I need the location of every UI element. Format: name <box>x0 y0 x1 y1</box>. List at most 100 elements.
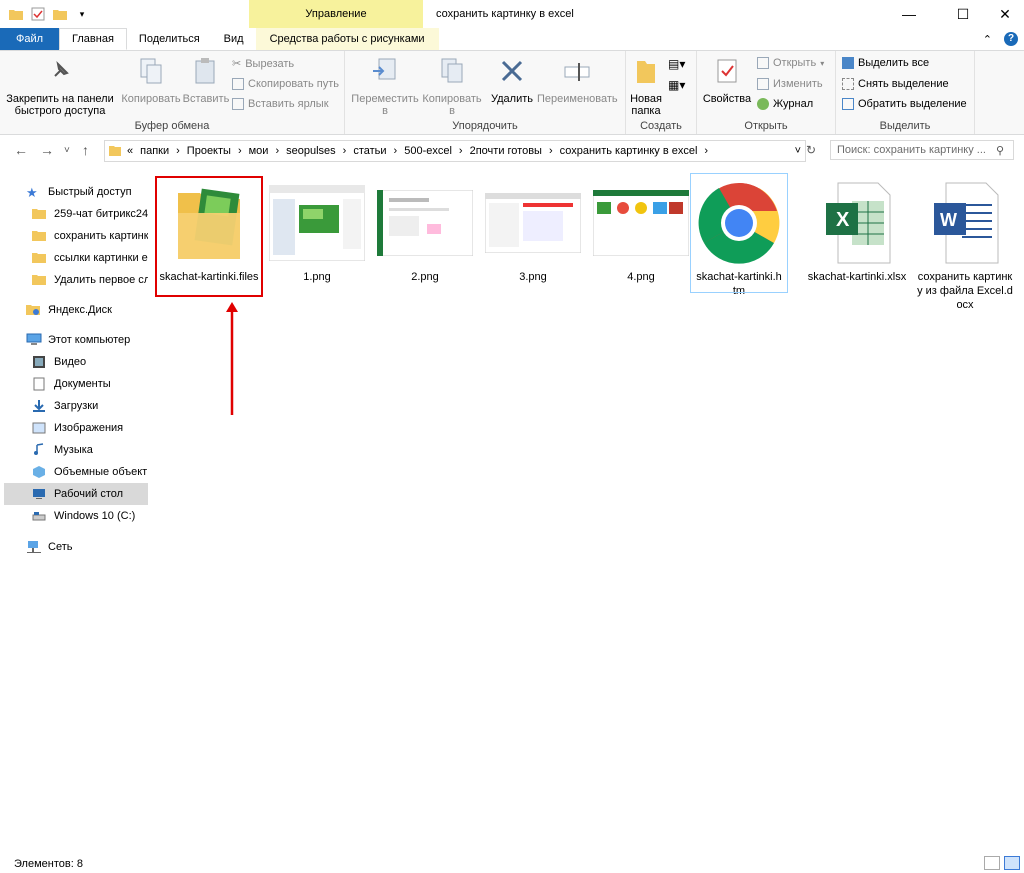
breadcrumb-separator-icon[interactable]: › <box>343 145 347 157</box>
breadcrumb-item[interactable]: 500-excel <box>404 145 452 157</box>
file-item[interactable]: 1.png <box>263 174 371 284</box>
breadcrumb-separator-icon[interactable]: › <box>275 145 279 157</box>
address-dropdown-icon[interactable]: ˅ <box>795 145 801 157</box>
up-arrow-icon[interactable]: ↑ <box>82 142 89 158</box>
open-group-label: Открыть <box>744 120 788 132</box>
details-view-icon[interactable] <box>984 856 1000 870</box>
help-icon[interactable]: ? <box>998 28 1024 50</box>
breadcrumb-item[interactable]: папки <box>140 145 169 157</box>
nav-this-pc[interactable]: Этот компьютер <box>26 329 148 351</box>
tab-file[interactable]: Файл <box>0 28 60 50</box>
nav-pinned-item[interactable]: 259-чат битрикс24 <box>32 203 148 225</box>
search-input[interactable]: Поиск: сохранить картинку ... <box>830 140 1014 160</box>
file-item[interactable]: 4.png <box>587 174 695 284</box>
file-item[interactable]: Xskachat-kartinki.xlsx <box>803 174 911 284</box>
search-icon: ⚲ <box>996 145 1005 157</box>
close-button[interactable]: ✕ <box>982 0 1024 28</box>
recent-locations-icon[interactable]: ˅ <box>64 145 70 156</box>
breadcrumb-separator-icon[interactable]: › <box>549 145 553 157</box>
new-folder-button[interactable]: Новая папка <box>626 55 666 117</box>
invert-selection-button[interactable]: Обратить выделение <box>842 98 967 110</box>
nav-yandex-label: Яндекс.Диск <box>48 304 112 316</box>
copy-path-button[interactable]: Скопировать путь <box>232 78 339 90</box>
refresh-icon[interactable]: ↻ <box>806 143 816 157</box>
delete-button[interactable]: Удалить <box>487 55 537 105</box>
copy-to-button[interactable]: Копировать в <box>419 55 485 117</box>
breadcrumb-item[interactable]: « <box>127 145 133 157</box>
excel-icon: X <box>809 180 905 266</box>
tab-picture-tools[interactable]: Средства работы с рисунками <box>255 28 439 50</box>
history-button[interactable]: Журнал <box>757 98 813 110</box>
select-none-button[interactable]: Снять выделение <box>842 78 949 90</box>
properties-button[interactable]: Свойства <box>699 55 755 105</box>
large-icons-view-icon[interactable] <box>1004 856 1020 870</box>
nav-network[interactable]: Сеть <box>26 536 148 558</box>
nav-pc-item[interactable]: Рабочий стол <box>4 483 148 505</box>
nav-quick-access[interactable]: ★ Быстрый доступ <box>26 181 148 203</box>
breadcrumb-separator-icon[interactable]: › <box>394 145 398 157</box>
forward-arrow-icon[interactable]: → <box>40 142 54 158</box>
nav-pc-item[interactable]: Загрузки <box>32 395 148 417</box>
customize-qat-icon[interactable]: ▾ <box>74 6 90 22</box>
ribbon-tabs: Файл Главная Поделиться Вид Средства раб… <box>0 28 1024 50</box>
nav-pc-item[interactable]: Музыка <box>32 439 148 461</box>
paste-button[interactable]: Вставить <box>182 55 230 105</box>
tab-home[interactable]: Главная <box>59 28 127 50</box>
select-all-button[interactable]: Выделить все <box>842 57 929 69</box>
nav-pc-item[interactable]: Windows 10 (C:) <box>32 505 148 527</box>
tab-share[interactable]: Поделиться <box>127 28 212 50</box>
select-none-label: Снять выделение <box>858 78 949 90</box>
nav-pc-item[interactable]: Изображения <box>32 417 148 439</box>
folder-icon[interactable] <box>8 6 24 22</box>
easy-access-button[interactable]: ▦▾ <box>668 78 685 92</box>
minimize-button[interactable]: — <box>886 0 932 28</box>
paste-shortcut-button[interactable]: Вставить ярлык <box>232 98 329 110</box>
breadcrumb-separator-icon[interactable]: › <box>704 145 708 157</box>
copy-to-icon <box>436 55 468 87</box>
new-folder-qat-icon[interactable] <box>52 6 68 22</box>
breadcrumb-item[interactable]: Проекты <box>187 145 231 157</box>
cut-button[interactable]: ✂ Вырезать <box>232 57 294 71</box>
nav-pinned-item[interactable]: ссылки картинки е <box>32 247 148 269</box>
rename-button[interactable]: Переименовать <box>537 55 618 105</box>
breadcrumb-item[interactable]: статьи <box>353 145 386 157</box>
open-button[interactable]: Открыть ▾ <box>757 57 824 69</box>
tab-manage-context[interactable]: Управление <box>249 0 423 28</box>
copy-path-icon <box>232 78 244 90</box>
maximize-button[interactable]: ☐ <box>940 0 986 28</box>
breadcrumb-separator-icon[interactable]: › <box>459 145 463 157</box>
back-arrow-icon[interactable]: ← <box>14 142 28 158</box>
nav-pinned-item[interactable]: сохранить картинк <box>32 225 148 247</box>
breadcrumb-item[interactable]: мои <box>249 145 269 157</box>
file-item[interactable]: 2.png <box>371 174 479 284</box>
tab-view[interactable]: Вид <box>212 28 256 50</box>
breadcrumb-separator-icon[interactable]: › <box>238 145 242 157</box>
address-bar[interactable]: « папки › Проекты › мои › seopulses › статьи › 500-… <box>104 140 806 162</box>
nav-pc-item[interactable]: Документы <box>32 373 148 395</box>
copy-button[interactable]: Копировать <box>120 55 182 105</box>
open-icon <box>757 57 769 69</box>
nav-pinned-item[interactable]: Удалить первое сл <box>32 269 148 291</box>
nav-pc-item[interactable]: Объемные объекты <box>32 461 148 483</box>
nav-pc-label: Загрузки <box>54 400 99 412</box>
file-name: 2.png <box>411 271 439 283</box>
pictures-icon <box>32 421 48 435</box>
group-new: Новая папка ▤▾ ▦▾ Создать <box>626 51 697 134</box>
collapse-ribbon-icon[interactable]: ⌃ <box>977 28 998 50</box>
file-name: 3.png <box>519 271 547 283</box>
breadcrumb-separator-icon[interactable]: › <box>176 145 180 157</box>
nav-pc-item[interactable]: Видео <box>32 351 148 373</box>
file-item[interactable]: skachat-kartinki.htm <box>690 173 788 297</box>
pin-quick-access-button[interactable]: Закрепить на панели быстрого доступа <box>4 55 116 117</box>
breadcrumb-item[interactable]: 2почти готовы <box>470 145 542 157</box>
move-to-button[interactable]: Переместить в <box>351 55 419 117</box>
nav-yandex-disk[interactable]: Яндекс.Диск <box>26 299 148 321</box>
file-item[interactable]: Wсохранить картинку из файла Excel.docx <box>911 174 1019 312</box>
breadcrumb-item[interactable]: seopulses <box>286 145 336 157</box>
properties-qat-icon[interactable] <box>30 6 46 22</box>
file-item[interactable]: 3.png <box>479 174 587 284</box>
breadcrumb-item[interactable]: сохранить картинку в excel <box>560 145 698 157</box>
edit-button[interactable]: Изменить <box>757 78 823 90</box>
new-item-button[interactable]: ▤▾ <box>668 57 685 71</box>
folder-icon <box>32 229 48 243</box>
